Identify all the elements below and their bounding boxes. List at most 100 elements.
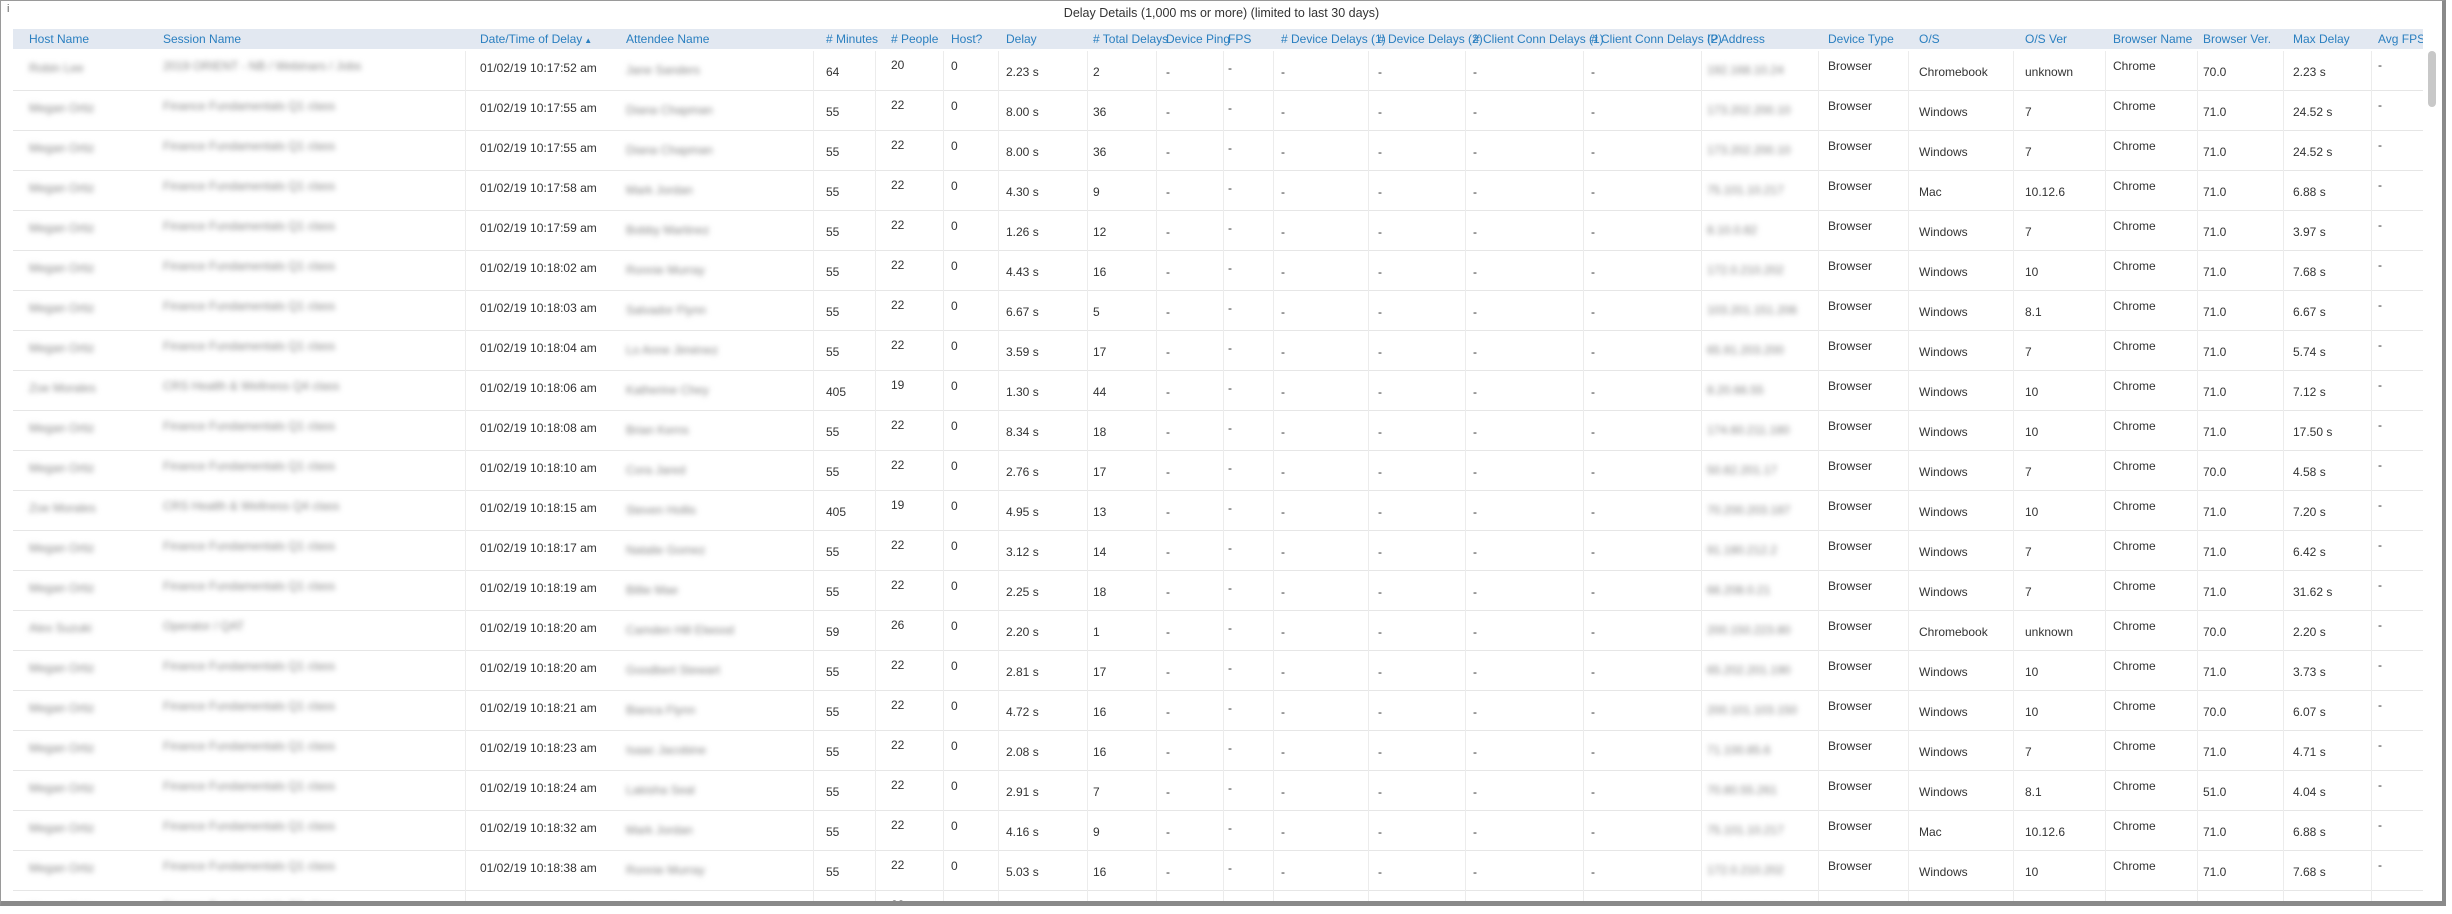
column-divider <box>2197 131 2198 171</box>
cell-browser: Chrome <box>2113 699 2156 713</box>
table-row[interactable]: Megan Ortiz Finance Fundamentals Q1 class… <box>13 571 2423 611</box>
cell-delay: 2.08 s <box>1006 745 1039 759</box>
cell-device-ping: - <box>1166 145 1170 159</box>
vertical-scrollbar[interactable] <box>2428 51 2436 107</box>
column-divider <box>1368 331 1369 371</box>
column-divider <box>1465 811 1466 851</box>
cell-attendee: Katherine Chey <box>626 383 709 397</box>
column-divider <box>465 251 466 291</box>
cell-client-conn-1: - <box>1473 545 1477 559</box>
column-divider <box>943 571 944 611</box>
cell-device-delays-2: - <box>1378 185 1382 199</box>
column-divider <box>1818 731 1819 771</box>
cell-delay: 1.26 s <box>1006 225 1039 239</box>
column-header-session[interactable]: Session Name <box>163 29 241 49</box>
table-row[interactable]: Megan Ortiz Finance Fundamentals Q1 class… <box>13 651 2423 691</box>
cell-total-delays: 12 <box>1093 225 1107 239</box>
table-row[interactable]: Megan Ortiz Finance Fundamentals Q1 class… <box>13 291 2423 331</box>
column-header-os-ver[interactable]: O/S Ver <box>2025 29 2067 49</box>
cell-delay: 5.03 s <box>1006 905 1039 906</box>
cell-avg-fps: - <box>2378 738 2382 752</box>
column-divider <box>875 211 876 251</box>
table-row[interactable]: Alex Suzuki Operator / QAT 01/02/19 10:18:… <box>13 611 2423 651</box>
table-row[interactable]: Megan Ortiz Finance Fundamentals Q1 class… <box>13 451 2423 491</box>
column-divider <box>1701 851 1702 891</box>
cell-fps: - <box>1228 821 1232 835</box>
table-row[interactable]: Zoe Morales CRS Health & Wellness Q4 clas… <box>13 491 2423 531</box>
column-header-label: Date/Time of Delay <box>480 32 583 46</box>
cell-people: 22 <box>891 138 905 152</box>
table-row[interactable]: Megan Ortiz Finance Fundamentals Q1 class… <box>13 131 2423 171</box>
delay-details-table: Host Name Session Name Date/Time of Delay ▲… <box>13 29 2423 906</box>
column-divider <box>2105 451 2106 491</box>
column-header-total-delays[interactable]: # Total Delays <box>1093 29 1168 49</box>
table-row[interactable]: Megan Ortiz Finance Fundamentals Q1 class… <box>13 251 2423 291</box>
column-divider <box>943 331 944 371</box>
column-header-device-delays-2[interactable]: # Device Delays (2) <box>1378 29 1483 49</box>
column-divider <box>1223 131 1224 171</box>
cell-datetime: 01/02/19 10:17:59 am <box>480 221 597 235</box>
table-row[interactable]: Megan Ortiz Finance Fundamentals Q1 class… <box>13 771 2423 811</box>
cell-ip: 103.201.151.206 <box>1707 303 1798 317</box>
column-header-ip[interactable]: IP Address <box>1707 29 1765 49</box>
cell-device-delays-2: - <box>1378 305 1382 319</box>
table-row[interactable]: Megan Ortiz Finance Fundamentals Q1 class… <box>13 891 2423 906</box>
column-divider <box>1156 291 1157 331</box>
cell-device-ping: - <box>1166 705 1170 719</box>
cell-browser-ver: 71.0 <box>2203 865 2227 879</box>
table-row[interactable]: Megan Ortiz Finance Fundamentals Q1 class… <box>13 91 2423 131</box>
cell-attendee: Ronnie Murray <box>626 863 705 877</box>
column-header-people[interactable]: # People <box>891 29 938 49</box>
column-divider <box>2105 811 2106 851</box>
cell-datetime: 01/02/19 10:18:21 am <box>480 701 597 715</box>
table-row[interactable]: Megan Ortiz Finance Fundamentals Q1 class… <box>13 171 2423 211</box>
table-row[interactable]: Zoe Morales CRS Health & Wellness Q4 clas… <box>13 371 2423 411</box>
column-header-attendee[interactable]: Attendee Name <box>626 29 709 49</box>
column-divider <box>1156 691 1157 731</box>
column-header-browser[interactable]: Browser Name <box>2113 29 2192 49</box>
column-header-browser-ver[interactable]: Browser Ver. <box>2203 29 2271 49</box>
table-row[interactable]: Megan Ortiz Finance Fundamentals Q1 class… <box>13 211 2423 251</box>
column-divider <box>943 451 944 491</box>
column-header-datetime[interactable]: Date/Time of Delay ▲ <box>480 29 592 49</box>
table-row[interactable]: Megan Ortiz Finance Fundamentals Q1 class… <box>13 851 2423 891</box>
cell-client-conn-2: - <box>1591 65 1595 79</box>
column-header-minutes[interactable]: # Minutes <box>826 29 878 49</box>
column-header-fps[interactable]: FPS <box>1228 29 1251 49</box>
column-divider <box>1701 811 1702 851</box>
column-header-device-delays-1[interactable]: # Device Delays (1) <box>1281 29 1386 49</box>
table-row[interactable]: Megan Ortiz Finance Fundamentals Q1 class… <box>13 731 2423 771</box>
column-divider <box>1583 91 1584 131</box>
table-row[interactable]: Megan Ortiz Finance Fundamentals Q1 class… <box>13 531 2423 571</box>
table-row[interactable]: Robin Lee 2019 ORIENT - NB / Webinars / J… <box>13 51 2423 91</box>
column-divider <box>1156 131 1157 171</box>
table-row[interactable]: Megan Ortiz Finance Fundamentals Q1 class… <box>13 811 2423 851</box>
column-header-client-conn-2[interactable]: # Client Conn Delays (2) <box>1591 29 1722 49</box>
table-row[interactable]: Megan Ortiz Finance Fundamentals Q1 class… <box>13 331 2423 371</box>
cell-host: Megan Ortiz <box>29 181 95 195</box>
column-header-host[interactable]: Host Name <box>29 29 89 49</box>
column-header-os[interactable]: O/S <box>1919 29 1940 49</box>
column-divider <box>2197 331 2198 371</box>
column-divider <box>1908 731 1909 771</box>
column-divider <box>2013 171 2014 211</box>
column-header-client-conn-1[interactable]: # Client Conn Delays (1) <box>1473 29 1604 49</box>
column-divider <box>1818 571 1819 611</box>
table-row[interactable]: Megan Ortiz Finance Fundamentals Q1 class… <box>13 691 2423 731</box>
cell-device-delays-2: - <box>1378 265 1382 279</box>
column-divider <box>1701 891 1702 901</box>
cell-session: Finance Fundamentals Q1 class <box>163 779 336 793</box>
cell-avg-fps: - <box>2378 458 2382 472</box>
column-header-host-flag[interactable]: Host? <box>951 29 982 49</box>
column-header-max-delay[interactable]: Max Delay <box>2293 29 2350 49</box>
column-divider <box>1273 171 1274 211</box>
table-row[interactable]: Megan Ortiz Finance Fundamentals Q1 class… <box>13 411 2423 451</box>
column-divider <box>1273 571 1274 611</box>
cell-device-type: Browser <box>1828 179 1873 193</box>
column-header-delay[interactable]: Delay <box>1006 29 1037 49</box>
column-header-device-ping[interactable]: Device Ping <box>1166 29 1230 49</box>
column-header-device-type[interactable]: Device Type <box>1828 29 1894 49</box>
column-divider <box>998 131 999 171</box>
column-header-avg-fps[interactable]: Avg FPS <box>2378 29 2423 49</box>
column-divider <box>1818 531 1819 571</box>
